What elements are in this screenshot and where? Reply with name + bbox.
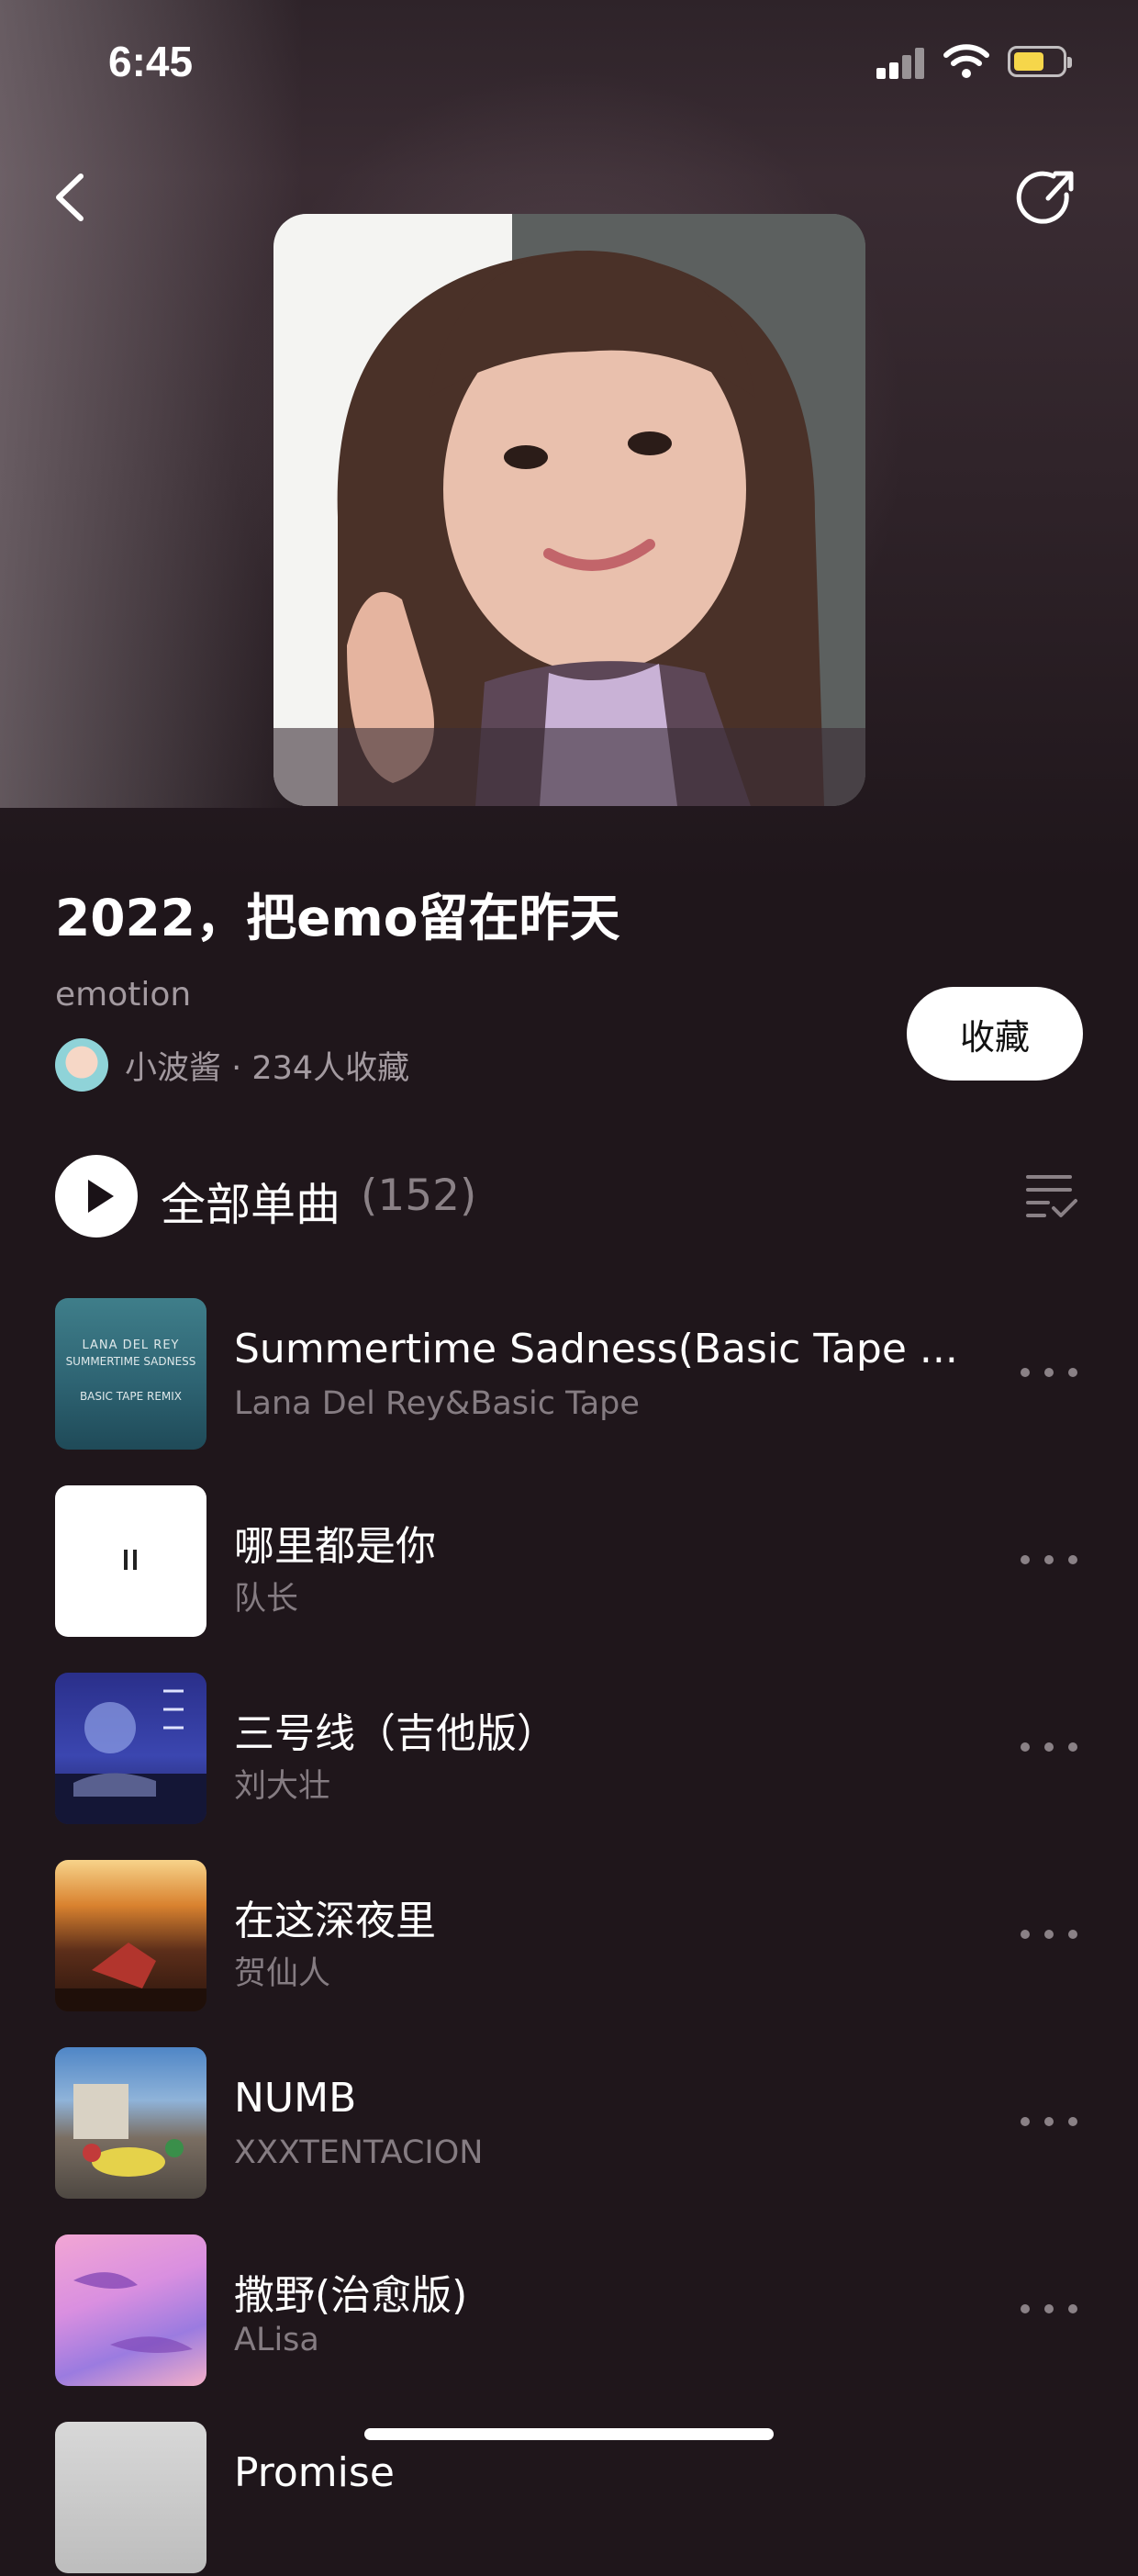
collect-button[interactable]: 收藏	[907, 987, 1083, 1081]
song-title: NUMB	[234, 2075, 357, 2122]
song-artist: Lana Del Rey&Basic Tape	[234, 1385, 640, 1422]
song-artist: ALisa	[234, 2322, 319, 2358]
more-options-icon[interactable]	[1021, 1368, 1077, 1381]
creator-avatar[interactable]	[55, 1038, 108, 1092]
song-cover	[55, 1673, 206, 1824]
song-cover	[55, 2047, 206, 2199]
more-options-icon[interactable]	[1021, 1742, 1077, 1755]
song-artist: 刘大壮	[234, 1768, 331, 1805]
creator-info: 小波酱 · 234人收藏	[125, 1049, 410, 1087]
more-options-icon[interactable]	[1021, 1930, 1077, 1943]
playlist-cover-image	[273, 214, 865, 806]
song-cover	[55, 2422, 206, 2573]
song-title: 三号线（吉他版）	[234, 1710, 557, 1757]
song-row[interactable]: 撒野(治愈版) ALisa	[0, 2234, 1138, 2389]
multi-select-icon[interactable]	[1024, 1171, 1079, 1221]
song-artist: XXXTENTACION	[234, 2134, 484, 2171]
song-cover-text: SUMMERTIME SADNESS	[65, 1355, 196, 1368]
song-title: Promise	[234, 2449, 395, 2496]
song-row[interactable]: Promise	[0, 2422, 1138, 2576]
play-all-label[interactable]: 全部单曲	[161, 1169, 340, 1234]
song-row[interactable]: LANA DEL REY SUMMERTIME SADNESS BASIC TA…	[0, 1298, 1138, 1452]
pause-icon	[124, 1550, 137, 1570]
song-cover-text: BASIC TAPE REMIX	[79, 1390, 183, 1403]
share-button[interactable]	[1013, 165, 1079, 231]
song-title: 撒野(治愈版)	[234, 2272, 468, 2319]
status-time: 6:45	[108, 38, 194, 85]
song-row[interactable]: NUMB XXXTENTACION	[0, 2047, 1138, 2201]
playlist-subtitle: emotion	[55, 976, 192, 1014]
song-title: 哪里都是你	[234, 1523, 436, 1570]
header-background-glow	[0, 0, 303, 808]
song-cover-text: LANA DEL REY	[82, 1338, 180, 1352]
cellular-signal-icon	[876, 48, 926, 79]
song-cover	[55, 1860, 206, 2011]
song-artist: 贺仙人	[234, 1955, 331, 1992]
song-title: Summertime Sadness(Basic Tape ...	[234, 1326, 958, 1372]
playlist-creator[interactable]: 小波酱 · 234人收藏	[55, 1037, 409, 1092]
back-button[interactable]	[44, 165, 99, 230]
song-cover	[55, 1485, 206, 1637]
song-row[interactable]: 哪里都是你 队长	[0, 1485, 1138, 1640]
play-icon	[88, 1180, 114, 1213]
home-indicator[interactable]	[364, 2428, 774, 2440]
more-options-icon[interactable]	[1021, 1555, 1077, 1568]
song-cover: LANA DEL REY SUMMERTIME SADNESS BASIC TA…	[55, 1298, 206, 1450]
song-title: 在这深夜里	[234, 1898, 436, 1944]
more-options-icon[interactable]	[1021, 2304, 1077, 2317]
playlist-title: 2022，把emo留在昨天	[55, 889, 620, 947]
song-row[interactable]: 在这深夜里 贺仙人	[0, 1860, 1138, 2014]
play-all-button[interactable]	[55, 1155, 138, 1238]
song-cover	[55, 2234, 206, 2386]
track-count: (152)	[361, 1170, 477, 1221]
battery-icon	[1008, 46, 1072, 77]
song-artist: 队长	[234, 1581, 299, 1618]
song-row[interactable]: 三号线（吉他版） 刘大壮	[0, 1673, 1138, 1827]
status-bar: 6:45	[0, 0, 1138, 119]
more-options-icon[interactable]	[1021, 2117, 1077, 2130]
wifi-icon	[943, 44, 989, 78]
